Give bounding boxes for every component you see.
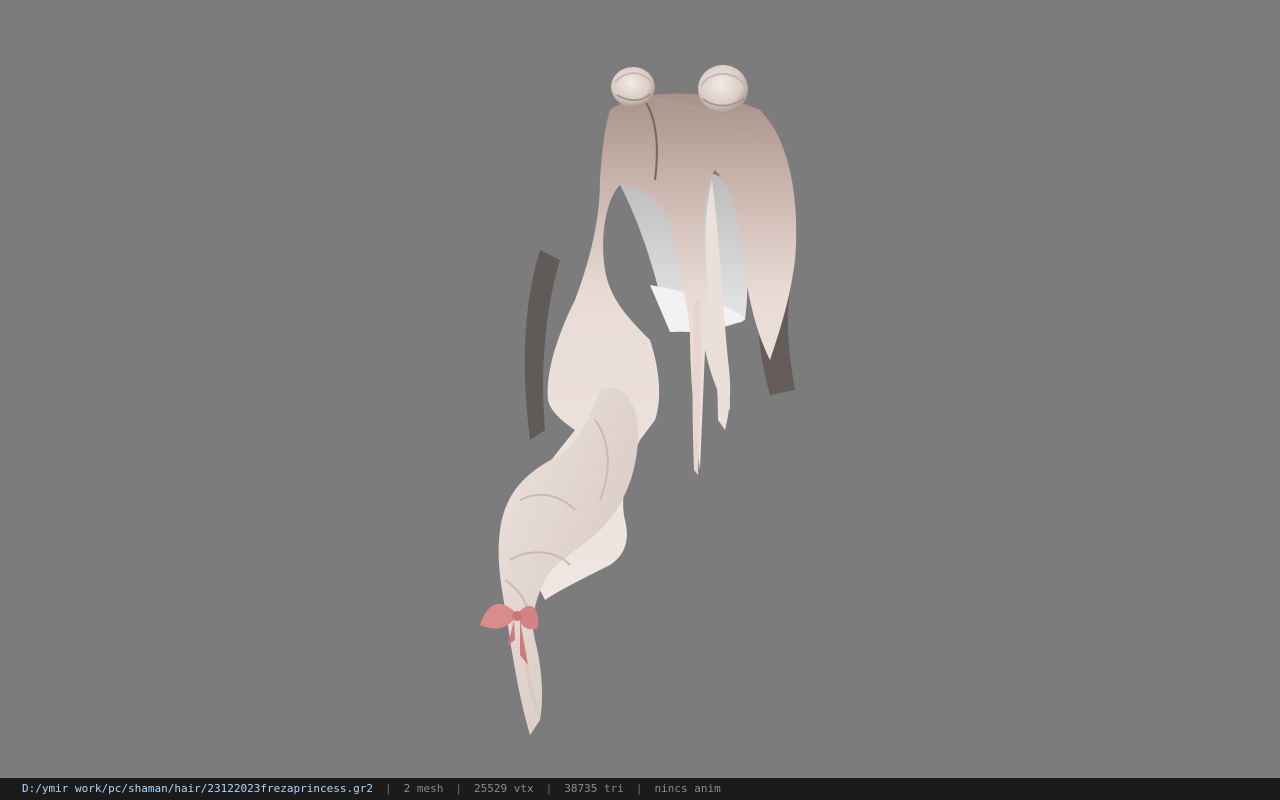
status-bar: D:/ymir work/pc/shaman/hair/23122023frez… [0, 778, 1280, 800]
triangle-count: 38735 tri [564, 782, 624, 795]
separator: | [545, 782, 553, 795]
mesh-count: 2 mesh [403, 782, 444, 795]
animation-status: nincs anim [654, 782, 721, 795]
file-path: D:/ymir work/pc/shaman/hair/23122023frez… [22, 782, 373, 795]
separator: | [385, 782, 392, 795]
vertex-count: 25529 vtx [474, 782, 534, 795]
separator: | [635, 782, 643, 795]
separator: | [455, 782, 462, 795]
hair-model[interactable] [0, 0, 1280, 778]
3d-viewport[interactable] [0, 0, 1280, 778]
